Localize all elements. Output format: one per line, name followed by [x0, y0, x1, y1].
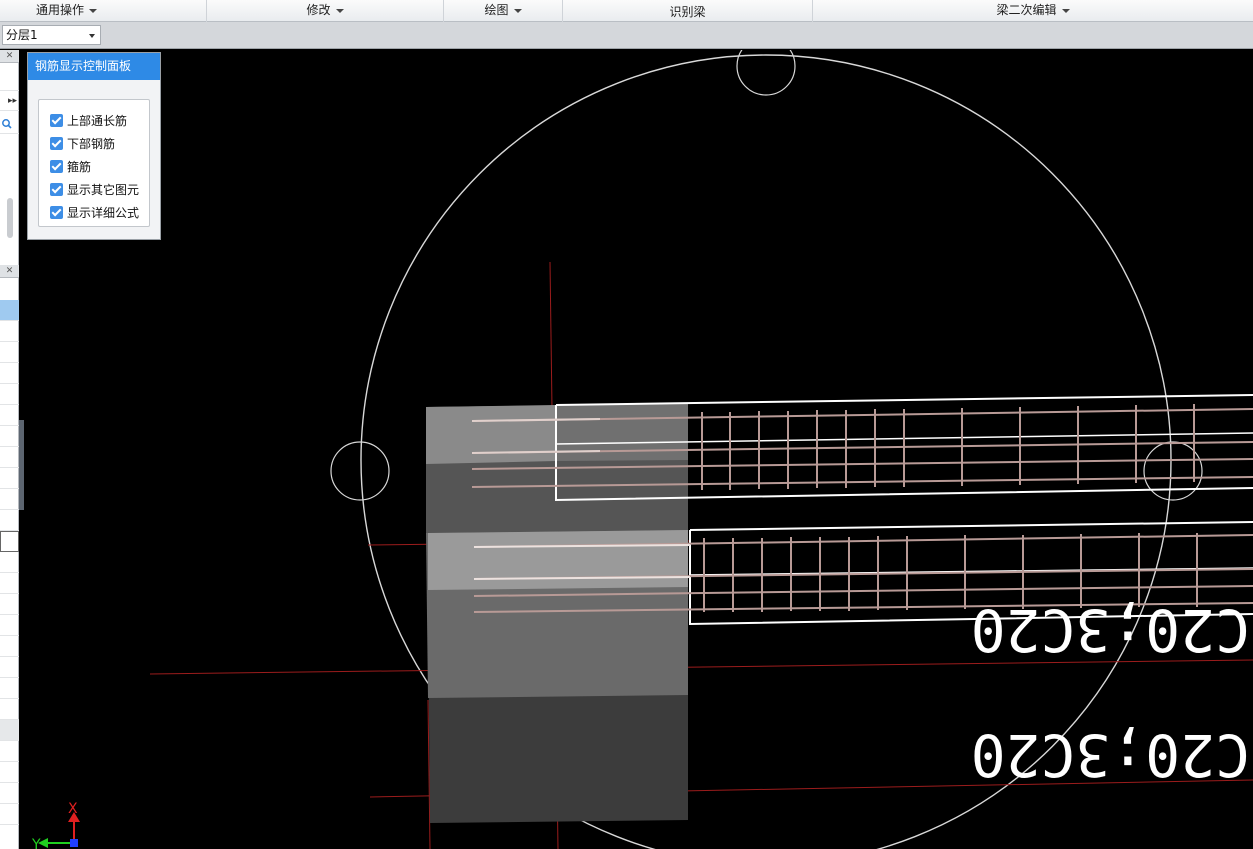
chevron-down-icon: [89, 34, 95, 38]
option-label: 显示其它图元: [67, 183, 140, 197]
beam-annotation-1[interactable]: C20;3C20: [971, 596, 1250, 664]
chevron-down-icon: [335, 8, 344, 13]
close-icon[interactable]: ✕: [0, 50, 19, 63]
menu-general-ops[interactable]: 通用操作: [0, 0, 207, 22]
table-row[interactable]: [0, 510, 19, 531]
table-row[interactable]: [0, 384, 19, 405]
table-row[interactable]: [0, 720, 19, 741]
checkbox-checked-icon[interactable]: [50, 137, 63, 150]
checkbox-checked-icon[interactable]: [50, 114, 63, 127]
left-dock-panel: ✕ ▸▸ ✕: [0, 50, 19, 849]
checkbox-checked-icon[interactable]: [50, 160, 63, 173]
option-bottom-rebar[interactable]: 下部钢筋: [50, 132, 149, 155]
menu-beam-secondary-label: 梁二次编辑: [996, 3, 1057, 17]
rebar-display-control-panel: 钢筋显示控制面板 上部通长筋 下部钢筋 箍筋 显示其它图元 显示详细公式: [27, 52, 161, 240]
table-row[interactable]: [0, 699, 19, 720]
app-window: 通用操作 修改 绘图 识别梁 梁二次编辑 分层1 ✕ ▸▸ ✕ C20;3C20…: [0, 0, 1253, 849]
beam-annotation-group: C20;3C20 C20;3C20: [971, 596, 1250, 789]
option-label: 箍筋: [67, 160, 92, 174]
rebar-options-group: 上部通长筋 下部钢筋 箍筋 显示其它图元 显示详细公式: [38, 99, 150, 227]
list-item: [0, 63, 19, 91]
option-top-continuous-rebar[interactable]: 上部通长筋: [50, 109, 149, 132]
table-row[interactable]: [0, 762, 19, 783]
table-row[interactable]: [0, 804, 19, 825]
layer-select[interactable]: 分层1: [2, 25, 101, 45]
menu-draw-label: 绘图: [484, 3, 509, 17]
menu-general-label: 通用操作: [36, 3, 85, 17]
menu-beam-secondary-edit[interactable]: 梁二次编辑: [813, 0, 1253, 22]
table-row[interactable]: [0, 594, 19, 615]
option-stirrup[interactable]: 箍筋: [50, 155, 149, 178]
option-label: 显示详细公式: [67, 206, 140, 220]
table-row-selected[interactable]: [0, 531, 19, 552]
grip-handle-top[interactable]: [736, 50, 796, 96]
table-row[interactable]: [0, 741, 19, 762]
table-row[interactable]: [0, 657, 19, 678]
layer-select-value: 分层1: [6, 28, 38, 42]
table-row[interactable]: [0, 489, 19, 510]
option-label: 上部通长筋: [67, 114, 128, 128]
grip-handle-left[interactable]: [330, 441, 390, 501]
table-row[interactable]: [0, 426, 19, 447]
layer-toolbar: 分层1: [0, 22, 1253, 49]
table-row[interactable]: [0, 552, 19, 573]
chevron-down-icon: [1061, 8, 1070, 13]
chevron-down-icon: [513, 8, 522, 13]
menu-recognize-beam[interactable]: 识别梁: [563, 0, 813, 22]
menu-bar: 通用操作 修改 绘图 识别梁 梁二次编辑: [0, 0, 1253, 22]
table-row[interactable]: [0, 468, 19, 489]
option-show-detailed-formula[interactable]: 显示详细公式: [50, 201, 149, 224]
table-row[interactable]: [0, 636, 19, 657]
menu-draw[interactable]: 绘图: [444, 0, 563, 22]
table-row[interactable]: [0, 363, 19, 384]
table-row[interactable]: [0, 678, 19, 699]
table-row[interactable]: [0, 615, 19, 636]
checkbox-checked-icon[interactable]: [50, 183, 63, 196]
chevron-down-icon: [89, 8, 98, 13]
menu-recognize-label: 识别梁: [669, 5, 706, 19]
ucs-axis-icon: X Y: [31, 801, 80, 849]
search-icon[interactable]: [0, 114, 19, 134]
menu-modify[interactable]: 修改: [207, 0, 444, 22]
search-icon-graphic: [2, 119, 12, 129]
axis-x-label: X: [68, 801, 78, 817]
table-row[interactable]: [0, 447, 19, 468]
checkbox-checked-icon[interactable]: [50, 206, 63, 219]
beam-rebar-3d-view: C20;3C20 C20;3C20 X Y: [31, 50, 1253, 849]
drawing-canvas[interactable]: C20;3C20 C20;3C20 X Y: [24, 50, 1253, 849]
option-show-other-elements[interactable]: 显示其它图元: [50, 178, 149, 201]
double-chevron-right-icon[interactable]: ▸▸: [0, 91, 19, 111]
beam-annotation-2[interactable]: C20;3C20: [971, 721, 1250, 789]
table-row[interactable]: [0, 300, 19, 321]
axis-y-label: Y: [31, 837, 41, 849]
table-row[interactable]: [0, 783, 19, 804]
close-icon[interactable]: ✕: [0, 265, 19, 278]
panel-title: 钢筋显示控制面板: [28, 53, 160, 80]
option-label: 下部钢筋: [67, 137, 116, 151]
menu-modify-label: 修改: [306, 3, 331, 17]
table-row[interactable]: [0, 342, 19, 363]
table-row[interactable]: [0, 573, 19, 594]
table-row[interactable]: [0, 321, 19, 342]
table-row[interactable]: [0, 405, 19, 426]
scrollbar-thumb[interactable]: [7, 198, 13, 238]
